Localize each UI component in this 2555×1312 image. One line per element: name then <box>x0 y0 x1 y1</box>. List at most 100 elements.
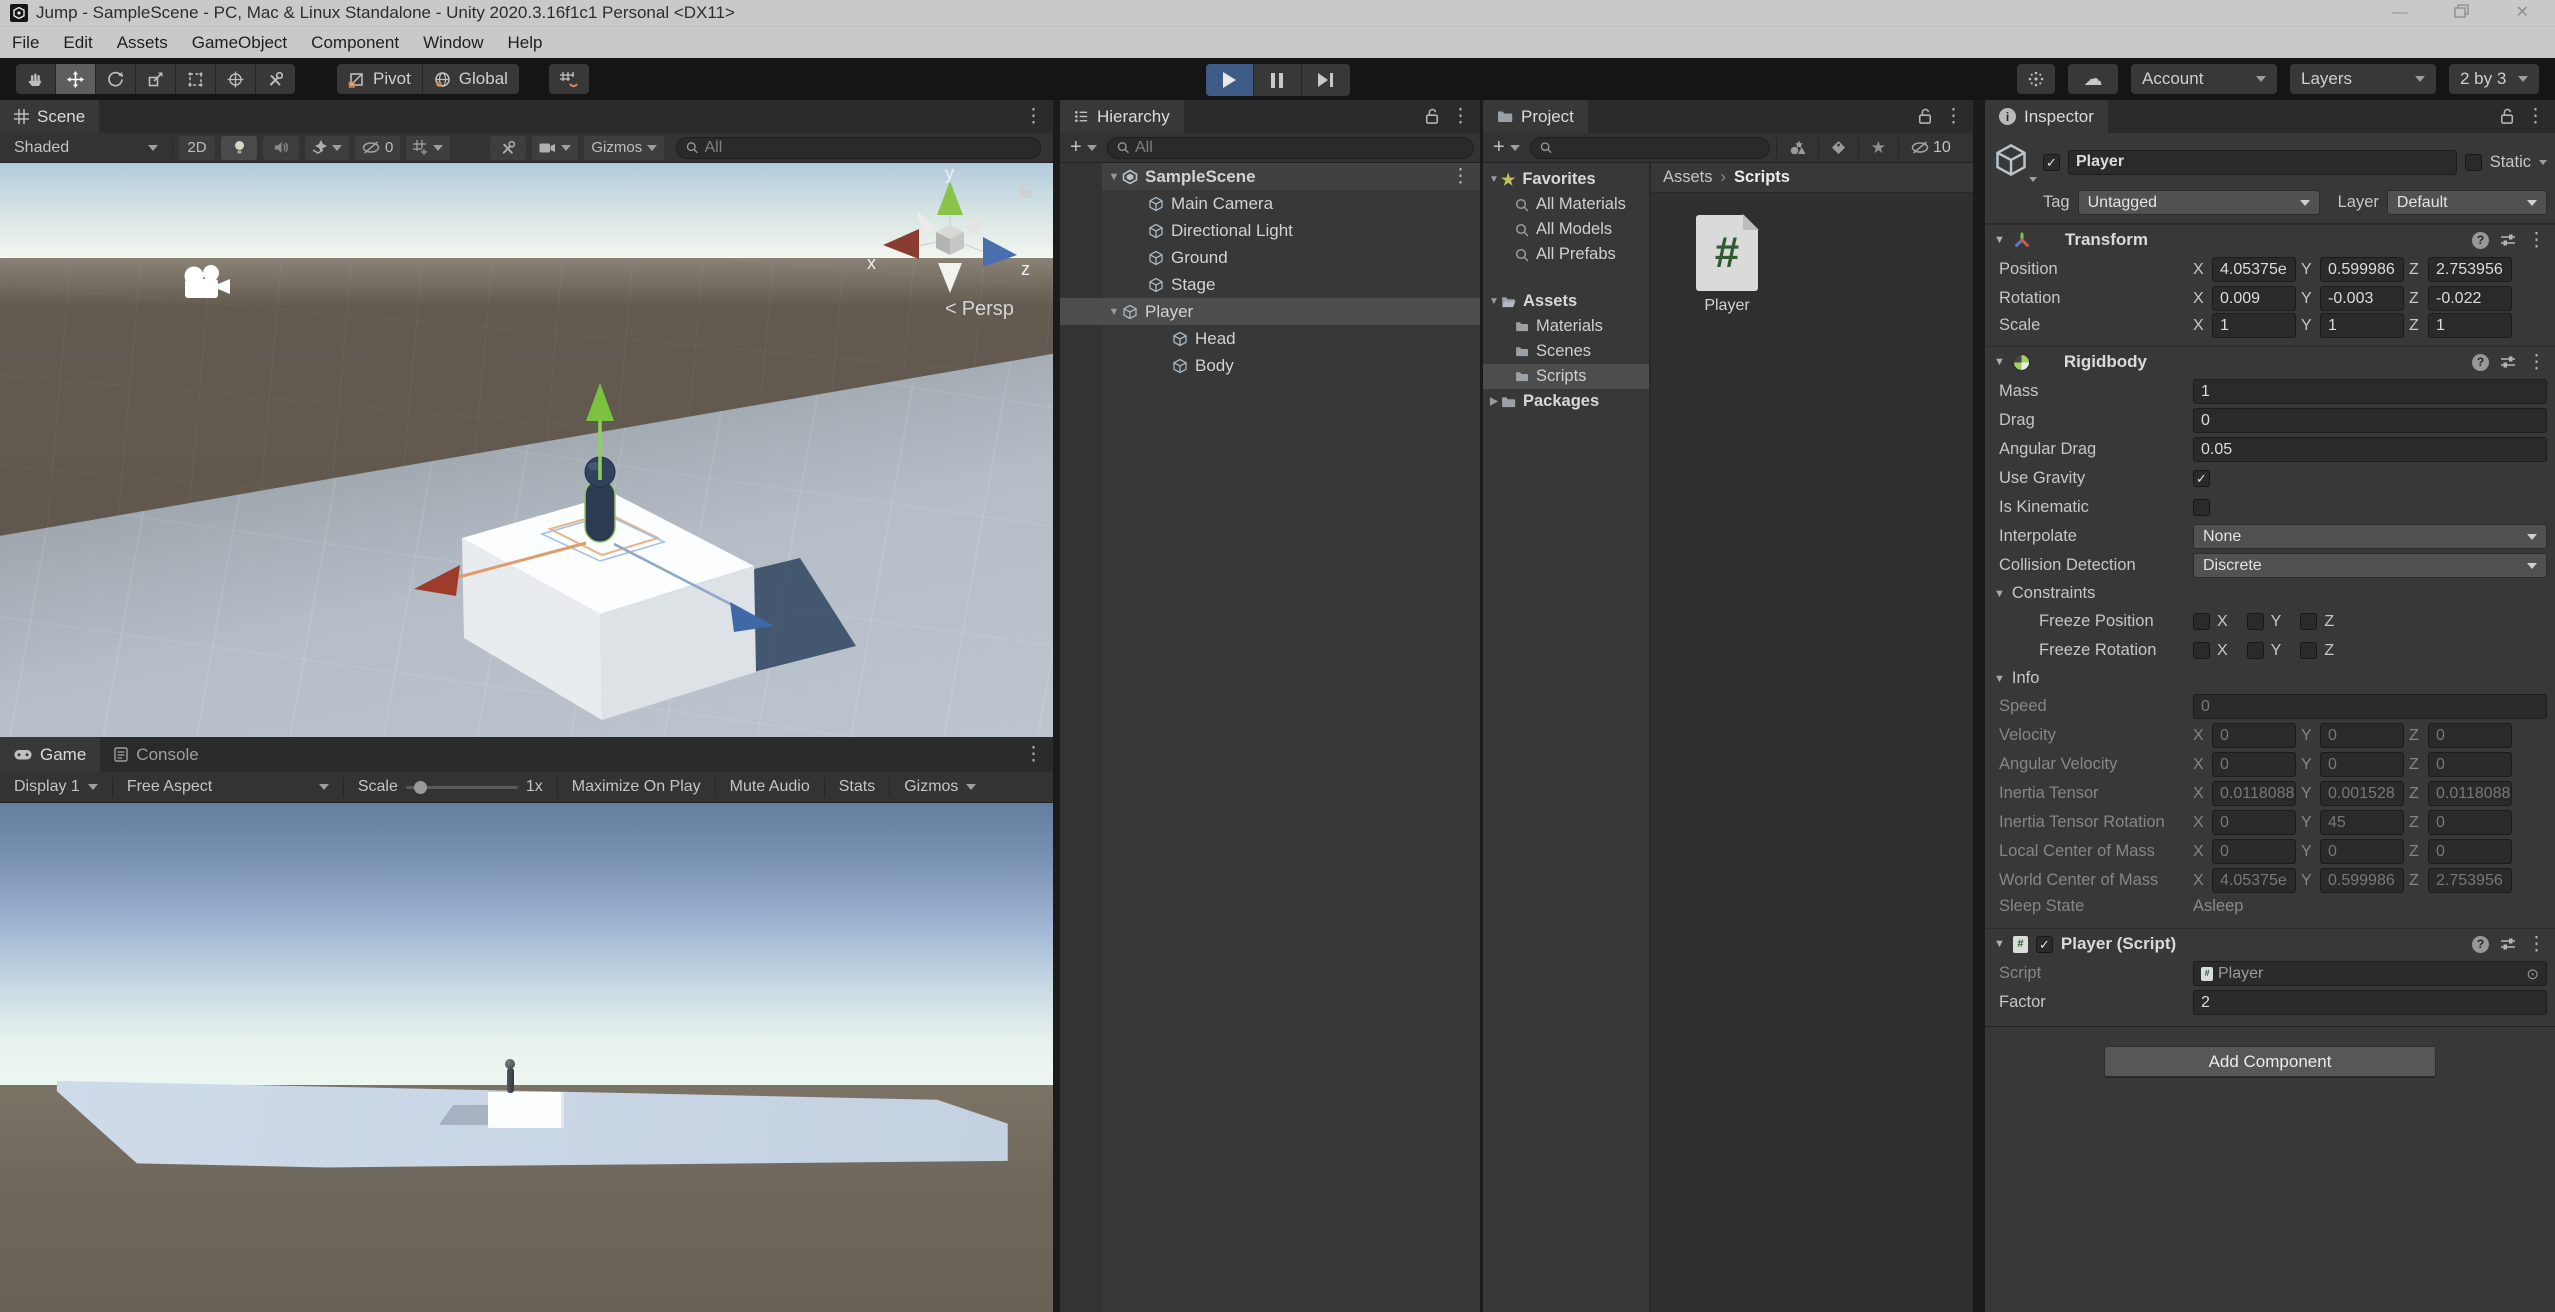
hierarchy-create-dropdown[interactable]: + <box>1066 133 1101 162</box>
scene-audio-button[interactable] <box>263 136 299 160</box>
project-row-materials[interactable]: Materials <box>1483 314 1649 339</box>
hierarchy-row-body[interactable]: Body <box>1060 352 1480 379</box>
help-icon[interactable]: ? <box>2472 354 2489 371</box>
presets-icon[interactable] <box>2500 355 2516 369</box>
grid-visibility-dropdown[interactable] <box>406 136 450 160</box>
freeze-rotation-x-checkbox[interactable] <box>2193 642 2210 659</box>
scale-x-field[interactable]: 1 <box>2212 313 2296 338</box>
hierarchy-row-scene[interactable]: ▼ SampleScene ⋮ <box>1102 163 1480 190</box>
rect-tool-button[interactable] <box>176 64 216 94</box>
drag-field[interactable]: 0 <box>2193 408 2547 433</box>
maximize-on-play-button[interactable]: Maximize On Play <box>564 772 709 802</box>
pause-button[interactable] <box>1254 64 1302 96</box>
info-foldout[interactable]: ▼ Info <box>1985 665 2555 692</box>
tab-scene[interactable]: Scene <box>0 100 99 133</box>
tab-console[interactable]: Console <box>100 737 212 772</box>
project-files-grid[interactable]: # Player <box>1651 193 1973 1312</box>
scale-slider-thumb[interactable] <box>414 781 427 794</box>
fold-open-icon[interactable]: ▼ <box>1487 174 1501 185</box>
stage-and-player[interactable] <box>400 381 860 737</box>
project-row-scripts[interactable]: Scripts <box>1483 364 1649 389</box>
layout-dropdown[interactable]: 2 by 3 <box>2449 64 2539 94</box>
static-checkbox[interactable] <box>2465 154 2482 171</box>
mass-field[interactable]: 1 <box>2193 379 2547 404</box>
rotate-tool-button[interactable] <box>96 64 136 94</box>
project-search-input[interactable] <box>1558 139 1760 157</box>
lock-icon[interactable] <box>1425 108 1439 125</box>
gameobject-name-field[interactable]: Player <box>2068 150 2457 175</box>
project-row-assets[interactable]: ▼ Assets <box>1483 289 1649 314</box>
freeze-rotation-z-checkbox[interactable] <box>2300 642 2317 659</box>
project-create-dropdown[interactable]: + <box>1489 133 1524 162</box>
menu-gameobject[interactable]: GameObject <box>192 33 287 53</box>
scene-search[interactable] <box>676 137 1041 159</box>
grid-snapping-button[interactable] <box>549 64 589 94</box>
tab-inspector[interactable]: i Inspector <box>1985 100 2108 133</box>
minimize-button[interactable]: — <box>2392 5 2408 21</box>
freeze-position-x-checkbox[interactable] <box>2193 613 2210 630</box>
step-button[interactable] <box>1302 64 1350 96</box>
player-script-header[interactable]: ▼ # ✓ Player (Script) ? ⋮ <box>1985 928 2555 959</box>
project-row-packages[interactable]: ▶ Packages <box>1483 389 1649 414</box>
presets-icon[interactable] <box>2500 233 2516 247</box>
scene-gizmo-lock-icon[interactable] <box>1018 181 1034 200</box>
breadcrumb-current[interactable]: Scripts <box>1734 168 1790 187</box>
aspect-ratio-dropdown[interactable]: Free Aspect <box>119 772 337 802</box>
project-row-favorites[interactable]: ▼ ★ Favorites <box>1483 167 1649 192</box>
fold-open-icon[interactable]: ▼ <box>1106 306 1122 318</box>
scene-menu-kebab[interactable]: ⋮ <box>1024 107 1043 126</box>
scale-z-field[interactable]: 1 <box>2428 313 2512 338</box>
hierarchy-search-input[interactable] <box>1135 139 1464 157</box>
rotation-x-field[interactable]: 0.009 <box>2212 286 2296 311</box>
scene-search-input[interactable] <box>705 139 1032 157</box>
shading-mode-dropdown[interactable]: Shaded <box>6 133 166 162</box>
hierarchy-search[interactable] <box>1107 137 1474 159</box>
is-kinematic-checkbox[interactable] <box>2193 499 2210 516</box>
menu-component[interactable]: Component <box>311 33 399 53</box>
tab-project[interactable]: Project <box>1483 100 1588 133</box>
scene-viewport[interactable]: y x z < Persp <box>0 163 1053 737</box>
progress-activity-button[interactable] <box>2017 64 2055 94</box>
menu-window[interactable]: Window <box>423 33 483 53</box>
object-picker-icon[interactable]: ⊙ <box>2526 965 2539 983</box>
project-row-all-prefabs[interactable]: All Prefabs <box>1483 242 1649 267</box>
scene-tools-button[interactable] <box>490 136 526 160</box>
tab-hierarchy[interactable]: Hierarchy <box>1060 100 1184 133</box>
scale-slider[interactable] <box>406 786 518 789</box>
hierarchy-row-main-camera[interactable]: Main Camera <box>1060 190 1480 217</box>
scene-orientation-gizmo[interactable]: y x z <box>865 167 1035 307</box>
script-object-field[interactable]: # Player ⊙ <box>2193 961 2547 986</box>
scale-tool-button[interactable] <box>136 64 176 94</box>
scene-lighting-button[interactable] <box>221 136 257 160</box>
menu-help[interactable]: Help <box>508 33 543 53</box>
breadcrumb-root[interactable]: Assets <box>1663 168 1713 187</box>
add-component-button[interactable]: Add Component <box>2104 1046 2436 1077</box>
pivot-toggle-button[interactable]: Pivot <box>337 64 423 94</box>
hierarchy-row-head[interactable]: Head <box>1060 325 1480 352</box>
hand-tool-button[interactable] <box>16 64 56 94</box>
project-row-scenes[interactable]: Scenes <box>1483 339 1649 364</box>
fold-open-icon[interactable]: ▼ <box>1994 356 2005 368</box>
fold-open-icon[interactable]: ▼ <box>1994 234 2005 246</box>
splitter-project-inspector[interactable] <box>1973 100 1985 1312</box>
static-dropdown-icon[interactable] <box>2539 160 2547 165</box>
toggle-2d-button[interactable]: 2D <box>179 136 215 160</box>
lock-icon[interactable] <box>1918 108 1932 125</box>
help-icon[interactable]: ? <box>2472 232 2489 249</box>
project-row-all-materials[interactable]: All Materials <box>1483 192 1649 217</box>
fold-open-icon[interactable]: ▼ <box>1994 938 2005 950</box>
position-z-field[interactable]: 2.753956 <box>2428 257 2512 282</box>
transform-header[interactable]: ▼ Transform ? ⋮ <box>1985 224 2555 255</box>
rotation-z-field[interactable]: -0.022 <box>2428 286 2512 311</box>
presets-icon[interactable] <box>2500 937 2516 951</box>
help-icon[interactable]: ? <box>2472 936 2489 953</box>
project-search[interactable] <box>1530 137 1770 159</box>
angular-drag-field[interactable]: 0.05 <box>2193 437 2547 462</box>
factor-field[interactable]: 2 <box>2193 990 2547 1015</box>
interpolate-dropdown[interactable]: None <box>2193 524 2547 549</box>
menu-file[interactable]: File <box>12 33 39 53</box>
scene-effects-dropdown[interactable] <box>305 136 349 160</box>
scale-y-field[interactable]: 1 <box>2320 313 2404 338</box>
scene-gizmos-dropdown[interactable]: Gizmos <box>584 136 664 160</box>
stats-button[interactable]: Stats <box>831 772 883 802</box>
